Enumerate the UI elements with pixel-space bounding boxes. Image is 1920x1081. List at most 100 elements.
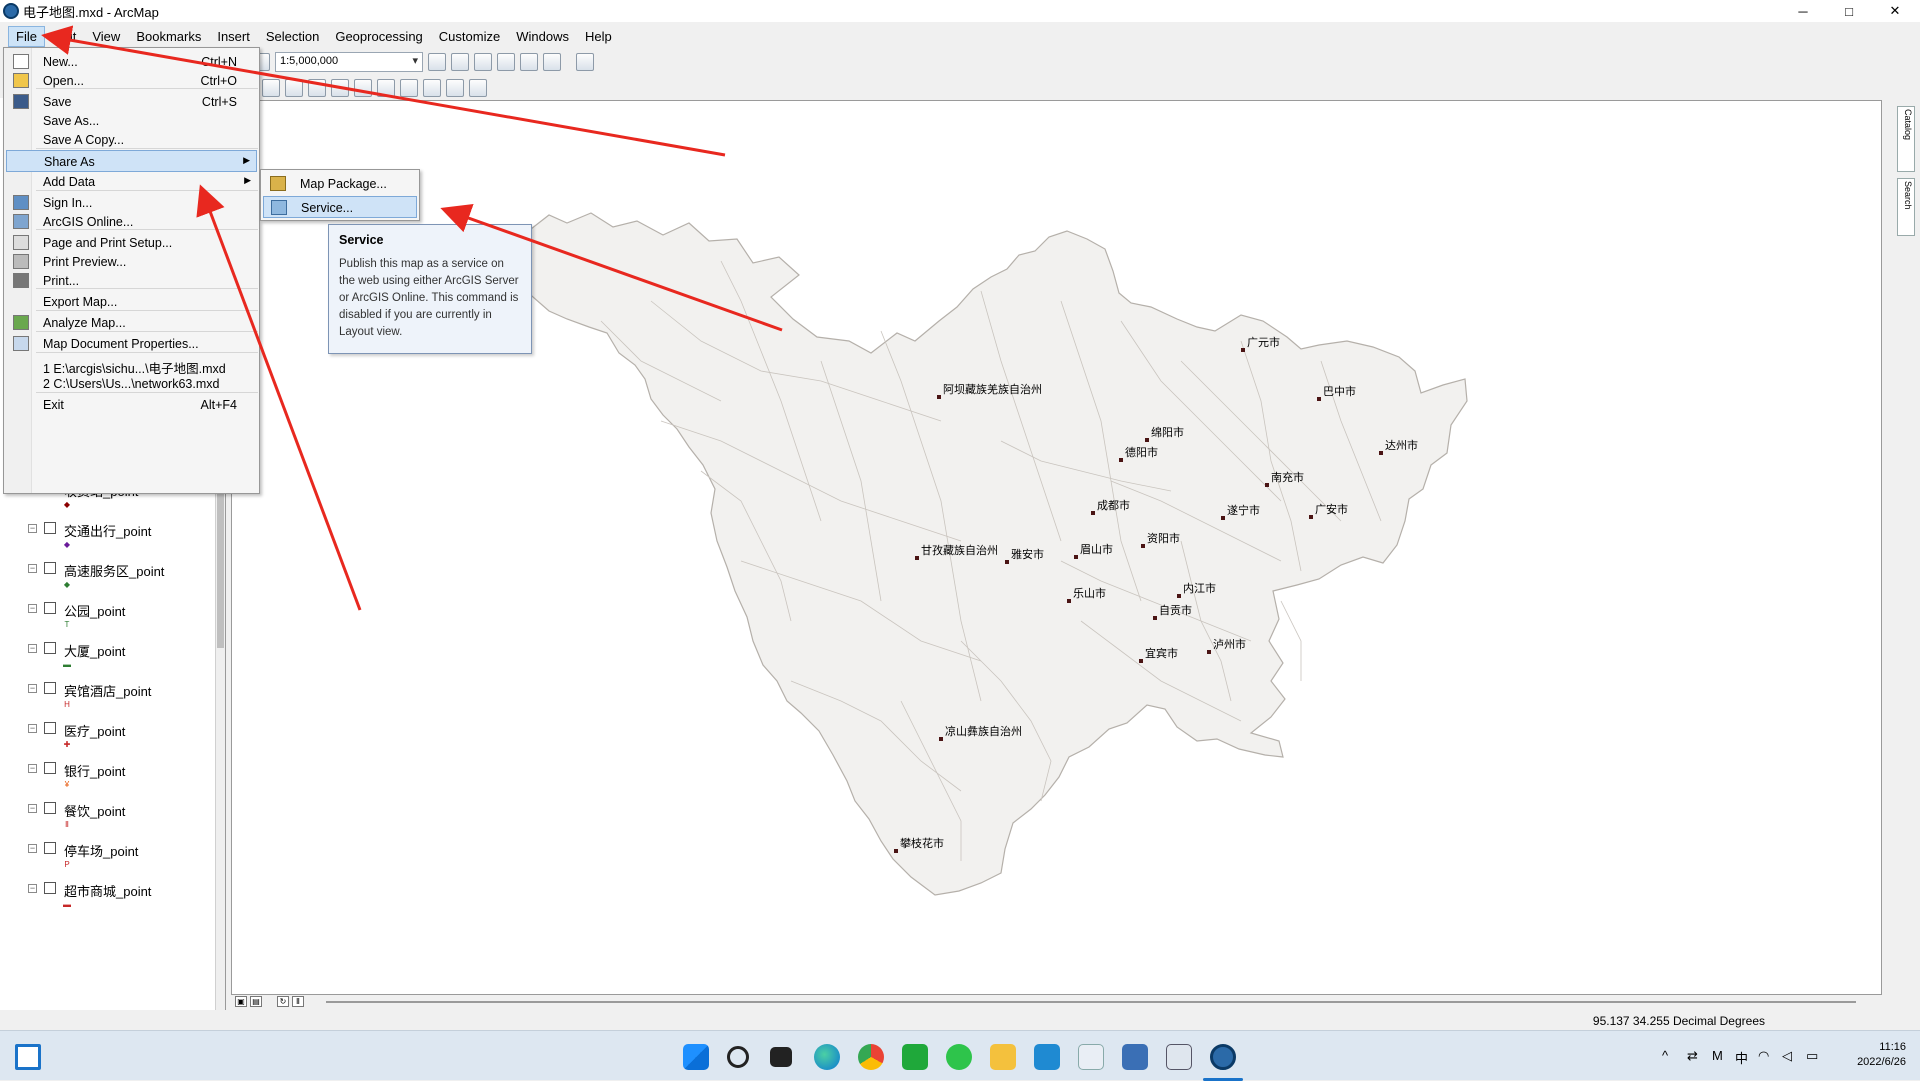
data-view-button[interactable]: ▣ [235, 996, 247, 1007]
volume-icon[interactable]: ◁ [1782, 1048, 1792, 1064]
store-icon[interactable] [1122, 1044, 1148, 1070]
layer-visibility-checkbox[interactable] [44, 842, 56, 854]
layout-view-button[interactable]: ▤ [250, 996, 262, 1007]
layer-item[interactable]: − 高速服务区_point ◆ [28, 561, 208, 599]
task-view-icon[interactable] [770, 1047, 792, 1067]
collapse-icon[interactable]: − [28, 884, 37, 893]
tray-app-icon[interactable]: M [1712, 1048, 1723, 1063]
menu-item-open[interactable]: Open... Ctrl+O [6, 70, 257, 92]
chrome-icon[interactable] [858, 1044, 884, 1070]
layer-item[interactable]: − 银行_point ¥ [28, 761, 208, 799]
menu-edit[interactable]: Edit [47, 27, 83, 46]
collapse-icon[interactable]: − [28, 564, 37, 573]
select-elements-icon[interactable] [262, 79, 280, 97]
layer-visibility-checkbox[interactable] [44, 882, 56, 894]
menu-item-arcgis-online[interactable]: ArcGIS Online... [6, 211, 257, 233]
system-clock[interactable]: 11:16 2022/6/26 [1857, 1040, 1906, 1070]
menu-item-print[interactable]: Print... [6, 270, 257, 292]
menu-item-share-as[interactable]: Share As ▶ [6, 150, 257, 172]
start-icon[interactable] [683, 1044, 709, 1070]
menu-customize[interactable]: Customize [432, 27, 507, 46]
menu-item-analyze-map[interactable]: Analyze Map... [6, 312, 257, 334]
hyperlink-icon[interactable] [308, 79, 326, 97]
find-route-icon[interactable] [400, 79, 418, 97]
create-viewer-icon[interactable] [469, 79, 487, 97]
python-icon[interactable] [543, 53, 561, 71]
pause-drawing-icon[interactable]: Ⅱ [292, 996, 304, 1007]
layer-item[interactable]: − 公园_point T [28, 601, 208, 639]
layer-item[interactable]: − 餐饮_point Ⅱ [28, 801, 208, 839]
layer-visibility-checkbox[interactable] [44, 762, 56, 774]
layer-item[interactable]: − 超市商城_point ▬ [28, 881, 208, 919]
layer-visibility-checkbox[interactable] [44, 802, 56, 814]
catalog-tab[interactable]: Catalog [1897, 106, 1915, 172]
menu-item-save-a-copy[interactable]: Save A Copy... [6, 129, 257, 151]
find-icon[interactable] [377, 79, 395, 97]
hbuilder-icon[interactable] [902, 1044, 928, 1070]
search-tab[interactable]: Search [1897, 178, 1915, 236]
model-builder-icon[interactable] [576, 53, 594, 71]
layer-item[interactable]: − 大厦_point ▬ [28, 641, 208, 679]
table-of-contents-icon[interactable] [451, 53, 469, 71]
collapse-icon[interactable]: − [28, 644, 37, 653]
layer-item[interactable]: − 医疗_point ✚ [28, 721, 208, 759]
collapse-icon[interactable]: − [28, 604, 37, 613]
layer-item[interactable]: − 宾馆酒店_point H [28, 681, 208, 719]
menu-item-map-document-properties[interactable]: Map Document Properties... [6, 333, 257, 355]
network-adapter-icon[interactable]: ⇄ [1687, 1048, 1698, 1064]
time-slider-icon[interactable] [446, 79, 464, 97]
menu-item-exit[interactable]: Exit Alt+F4 [6, 394, 257, 416]
menu-item-add-data[interactable]: Add Data ▶ [6, 171, 257, 193]
menu-help[interactable]: Help [578, 27, 619, 46]
menu-bookmarks[interactable]: Bookmarks [129, 27, 208, 46]
go-to-xy-icon[interactable] [423, 79, 441, 97]
layer-visibility-checkbox[interactable] [44, 602, 56, 614]
chart-app-icon[interactable] [1078, 1044, 1104, 1070]
menu-insert[interactable]: Insert [210, 27, 257, 46]
arctoolbox-icon[interactable] [520, 53, 538, 71]
catalog-icon[interactable] [474, 53, 492, 71]
layer-visibility-checkbox[interactable] [44, 722, 56, 734]
collapse-icon[interactable]: − [28, 684, 37, 693]
menu-windows[interactable]: Windows [509, 27, 576, 46]
battery-icon[interactable]: ▭ [1806, 1048, 1818, 1064]
arcmap-taskbar-icon[interactable] [1210, 1044, 1236, 1070]
close-button[interactable]: ✕ [1872, 0, 1918, 22]
collapse-icon[interactable]: − [28, 764, 37, 773]
menu-geoprocessing[interactable]: Geoprocessing [328, 27, 429, 46]
edge-icon[interactable] [814, 1044, 840, 1070]
collapse-icon[interactable]: − [28, 524, 37, 533]
refresh-icon[interactable]: ↻ [277, 996, 289, 1007]
menu-file[interactable]: File [8, 25, 45, 47]
tray-chevron-icon[interactable]: ^ [1662, 1048, 1668, 1063]
remote-desktop-icon[interactable] [1166, 1044, 1192, 1070]
menu-item-2-c-users-us-network63-mxd[interactable]: 2 C:\Users\Us...\network63.mxd [6, 373, 257, 395]
maximize-button[interactable]: □ [1826, 0, 1872, 22]
collapse-icon[interactable]: − [28, 844, 37, 853]
measure-icon[interactable] [354, 79, 372, 97]
editor-icon[interactable] [428, 53, 446, 71]
layer-visibility-checkbox[interactable] [44, 682, 56, 694]
layer-visibility-checkbox[interactable] [44, 522, 56, 534]
menu-item-map-package[interactable]: Map Package... [263, 173, 417, 195]
layer-visibility-checkbox[interactable] [44, 562, 56, 574]
input-language-indicator[interactable]: 中 [1735, 1048, 1748, 1067]
layer-item[interactable]: − 交通出行_point ◆ [28, 521, 208, 559]
menu-item-export-map[interactable]: Export Map... [6, 291, 257, 313]
html-popup-icon[interactable] [331, 79, 349, 97]
identify-icon[interactable] [285, 79, 303, 97]
widgets-icon[interactable] [15, 1044, 41, 1070]
wechat-icon[interactable] [946, 1044, 972, 1070]
map-scale-combo[interactable]: 1:5,000,000 [275, 52, 423, 72]
menu-view[interactable]: View [85, 27, 127, 46]
collapse-icon[interactable]: − [28, 724, 37, 733]
vscode-icon[interactable] [1034, 1044, 1060, 1070]
minimize-button[interactable]: ─ [1780, 0, 1826, 22]
layer-visibility-checkbox[interactable] [44, 642, 56, 654]
layer-item[interactable]: − 停车场_point P [28, 841, 208, 879]
wifi-icon[interactable]: ◠ [1758, 1048, 1769, 1064]
map-horizontal-scrollbar[interactable]: ▣ ▤ ↻ Ⅱ [231, 995, 1882, 1009]
search-window-icon[interactable] [497, 53, 515, 71]
search-icon[interactable] [727, 1046, 749, 1068]
collapse-icon[interactable]: − [28, 804, 37, 813]
